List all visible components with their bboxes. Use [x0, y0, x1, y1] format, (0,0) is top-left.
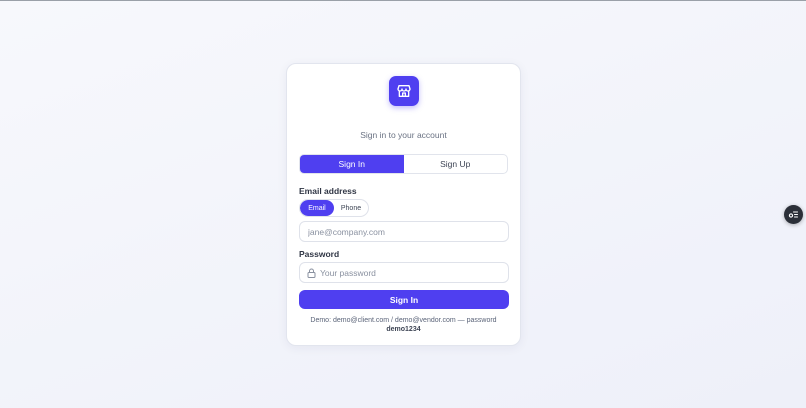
page-subtitle: Sign in to your account — [360, 130, 447, 140]
toggle-email[interactable]: Email — [300, 200, 334, 216]
demo-credentials: Demo: demo@client.com / demo@vendor.com … — [287, 317, 520, 334]
password-label: Password — [299, 249, 340, 259]
auth-tabs: Sign In Sign Up — [299, 154, 508, 174]
password-field[interactable] — [316, 267, 508, 278]
tab-sign-in[interactable]: Sign In — [300, 155, 404, 173]
sign-in-button[interactable]: Sign In — [299, 290, 509, 309]
demo-credentials-text: Demo: demo@client.com / demo@vendor.com … — [310, 317, 497, 324]
email-field-wrapper — [299, 221, 509, 242]
email-field[interactable] — [300, 226, 508, 237]
storefront-icon — [389, 76, 419, 106]
email-label: Email address — [299, 186, 357, 196]
password-field-wrapper — [299, 262, 509, 283]
settings-list-icon[interactable] — [784, 205, 803, 224]
demo-password: demo1234 — [386, 325, 421, 333]
tab-sign-up[interactable]: Sign Up — [404, 155, 508, 173]
login-method-toggle: Email Phone — [299, 199, 369, 217]
lock-icon — [307, 268, 316, 278]
login-card: Sign in to your account Sign In Sign Up … — [286, 63, 521, 346]
toggle-phone[interactable]: Phone — [334, 200, 368, 216]
